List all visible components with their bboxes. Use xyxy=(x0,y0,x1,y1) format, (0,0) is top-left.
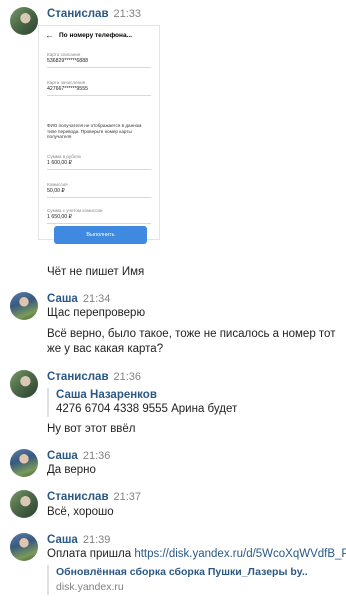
author-name[interactable]: Саша xyxy=(47,293,78,305)
execute-button[interactable]: Выполнить xyxy=(54,226,147,244)
card-to-field: Карта зачисления 427667******9555 xyxy=(47,80,151,96)
message-text: Всё верно, было такое, тоже не писалось … xyxy=(47,328,336,355)
attached-screenshot[interactable]: ← По номеру телефона... Карта списания 5… xyxy=(38,25,160,240)
message-time[interactable]: 21:34 xyxy=(83,293,111,305)
card-from-field: Карта списания 536829******6888 xyxy=(47,52,151,68)
avatar[interactable] xyxy=(10,7,38,35)
quoted-message[interactable]: Саша Назаренков 4276 6704 4338 9555 Арин… xyxy=(47,388,237,417)
recipient-note: ФИО получателя не отображается в данном … xyxy=(47,123,142,140)
message-1: Станислав 21:33 ← По номеру телефона... К… xyxy=(0,0,346,285)
message-header: Станислав 21:33 xyxy=(47,7,141,21)
message-text: Щас перепроверю xyxy=(47,307,146,319)
snippet-domain: disk.yandex.ru xyxy=(56,581,124,593)
message-text: Ну вот этот ввёл xyxy=(47,423,136,435)
author-name[interactable]: Станислав xyxy=(47,8,109,20)
snippet-title[interactable]: Обновлённая сборка сборка Пушки_Лазеры b… xyxy=(56,565,337,579)
message-header: Станислав 21:36 xyxy=(47,370,141,384)
message-time[interactable]: 21:37 xyxy=(114,491,142,503)
total-field: Сумма с учетом комиссии 1 650,00 ₽ xyxy=(47,208,151,224)
screenshot-title: По номеру телефона... xyxy=(59,31,132,39)
screenshot-topbar: ← По номеру телефона... xyxy=(39,26,159,44)
message-time[interactable]: 21:36 xyxy=(114,371,142,383)
message-header: Станислав 21:37 xyxy=(47,490,141,504)
message-time[interactable]: 21:39 xyxy=(83,534,111,546)
arrow-left-icon: ← xyxy=(45,30,54,40)
fee-value: 50,00 ₽ xyxy=(47,188,65,194)
fee-field: Комиссия 50,00 ₽ xyxy=(47,182,151,198)
author-name[interactable]: Станислав xyxy=(47,371,109,383)
message-text: Чёт не пишет Имя xyxy=(47,266,145,278)
message-text-prefix: Оплата пришла xyxy=(47,548,135,560)
message-time[interactable]: 21:33 xyxy=(114,8,142,20)
total-value: 1 650,00 ₽ xyxy=(47,214,72,220)
avatar[interactable] xyxy=(10,533,38,561)
avatar[interactable] xyxy=(10,292,38,320)
message-text: Всё, хорошо xyxy=(47,506,114,518)
author-name[interactable]: Станислав xyxy=(47,491,109,503)
message-header: Саша 21:34 xyxy=(47,292,110,306)
quote-author[interactable]: Саша Назаренков xyxy=(56,388,237,402)
author-name[interactable]: Саша xyxy=(47,534,78,546)
message-text: Да верно xyxy=(47,464,96,476)
author-name[interactable]: Саша xyxy=(47,450,78,462)
card-to-value: 427667******9555 xyxy=(47,86,88,92)
avatar[interactable] xyxy=(10,490,38,518)
message-header: Саша 21:39 xyxy=(47,533,110,547)
link-snippet[interactable]: Обновлённая сборка сборка Пушки_Лазеры b… xyxy=(47,565,337,595)
quote-text: 4276 6704 4338 9555 Арина будет xyxy=(56,403,238,415)
message-text: Оплата пришла https://disk.yandex.ru/d/5… xyxy=(47,547,346,562)
amount-field: Сумма в рублях 1 600,00 ₽ xyxy=(47,154,151,170)
message-link[interactable]: https://disk.yandex.ru/d/5WcoXqWVdfB_PA xyxy=(134,548,346,560)
avatar[interactable] xyxy=(10,449,38,477)
avatar[interactable] xyxy=(10,370,38,398)
amount-value: 1 600,00 ₽ xyxy=(47,160,72,166)
message-header: Саша 21:36 xyxy=(47,449,110,463)
message-time[interactable]: 21:36 xyxy=(83,450,111,462)
card-from-value: 536829******6888 xyxy=(47,58,88,64)
